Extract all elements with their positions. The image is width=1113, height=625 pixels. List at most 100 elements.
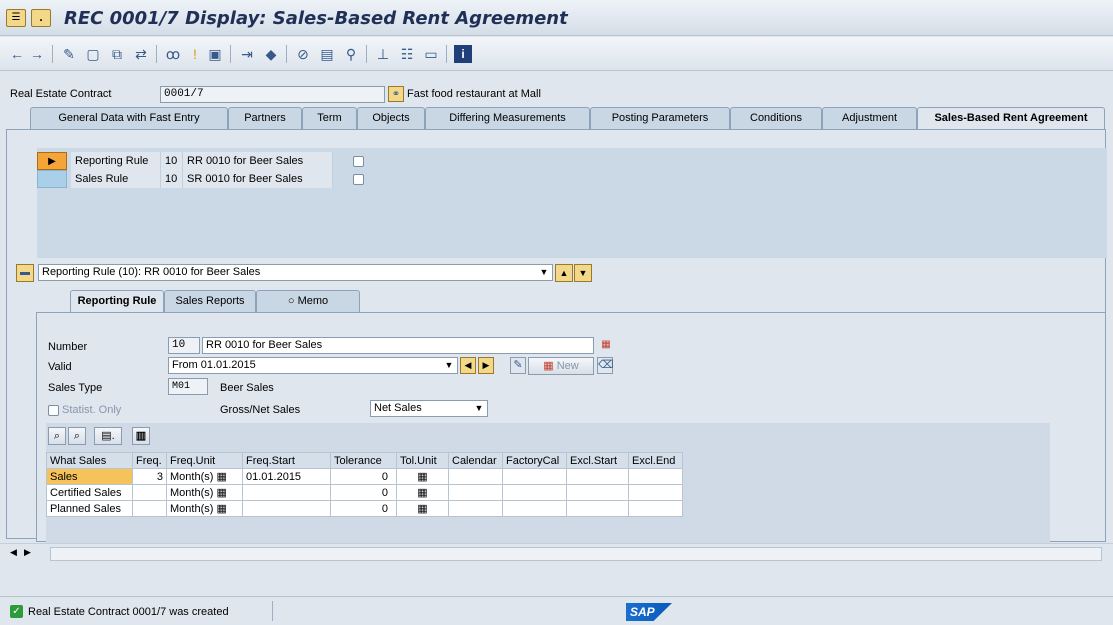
find-icon[interactable]: ⌕ <box>48 427 66 445</box>
print-icon[interactable]: ▤ <box>318 45 336 63</box>
menu-icon[interactable]: ☰ <box>6 9 26 27</box>
hierarchy-icon[interactable]: ⊥ <box>374 45 392 63</box>
tab-objects[interactable]: Objects <box>357 107 425 129</box>
forward-arrow-icon[interactable]: → <box>28 45 46 63</box>
details-menu-icon[interactable]: ▤. <box>94 427 122 445</box>
row-selector-icon[interactable]: ▶ <box>37 152 67 170</box>
column-header[interactable]: Freq. <box>132 452 167 469</box>
table-row[interactable]: Planned Sales Month(s) ▦ 0 ▦ <box>46 500 683 517</box>
new-button[interactable]: ▦ New <box>528 357 594 375</box>
column-header[interactable]: Tol.Unit <box>396 452 449 469</box>
delete-icon[interactable]: ⌫ <box>597 357 614 374</box>
tab-adjustment[interactable]: Adjustment <box>822 107 917 129</box>
table-row[interactable]: Sales 3 Month(s) ▦ 01.01.2015 0 ▦ <box>46 468 683 485</box>
glasses-icon[interactable]: ꝏ <box>164 45 182 63</box>
column-icon[interactable]: ▥ <box>132 427 150 445</box>
freq-unit-cell[interactable]: Month(s) ▦ <box>166 468 243 485</box>
tab-sales-based-rent[interactable]: Sales-Based Rent Agreement <box>917 107 1105 129</box>
freq-unit-cell[interactable]: Month(s) ▦ <box>166 484 243 501</box>
tolerance-cell[interactable]: 0 <box>330 500 397 517</box>
contract-number-field[interactable]: 0001/7 <box>160 86 385 103</box>
edit-pencil-icon[interactable]: ✎ <box>60 45 78 63</box>
calendar-cell[interactable] <box>448 500 503 517</box>
calendar-icon[interactable]: ▦ <box>216 487 226 499</box>
column-header[interactable]: Excl.End <box>628 452 683 469</box>
rule-row[interactable]: ▶ Reporting Rule 10 RR 0010 for Beer Sal… <box>37 152 364 170</box>
calendar-icon[interactable]: ▦ <box>216 503 226 515</box>
previous-icon[interactable]: ▲ <box>555 264 573 282</box>
info-exclamation-icon[interactable]: ! <box>186 45 204 63</box>
number-description-field[interactable]: RR 0010 for Beer Sales <box>202 337 594 354</box>
tab-partners[interactable]: Partners <box>228 107 302 129</box>
calendar-cell[interactable] <box>448 484 503 501</box>
column-header[interactable]: Freq.Unit <box>166 452 243 469</box>
create-document-icon[interactable]: ▢ <box>84 45 102 63</box>
scroll-right-icon[interactable]: ▶ <box>24 547 31 558</box>
copy-icon[interactable]: ⧉ <box>108 45 126 63</box>
column-header[interactable]: Freq.Start <box>242 452 331 469</box>
tab-term[interactable]: Term <box>302 107 357 129</box>
excl-start-cell[interactable] <box>566 468 629 485</box>
horizontal-scrollbar[interactable]: ◀ ▶ <box>0 543 1113 563</box>
freq-cell[interactable] <box>132 500 167 517</box>
previous-period-icon[interactable]: ◀ <box>460 357 476 374</box>
info-icon[interactable]: i <box>454 45 472 63</box>
column-header[interactable]: Tolerance <box>330 452 397 469</box>
rule-checkbox[interactable] <box>353 174 364 185</box>
freq-start-cell[interactable] <box>242 484 331 501</box>
column-header[interactable]: FactoryCal <box>502 452 567 469</box>
what-sales-cell[interactable]: Certified Sales <box>46 484 133 501</box>
tab-sales-reports[interactable]: Sales Reports <box>164 290 256 312</box>
calendar-cell[interactable] <box>448 468 503 485</box>
excl-end-cell[interactable] <box>628 484 683 501</box>
column-header[interactable]: Excl.Start <box>566 452 629 469</box>
calendar-icon[interactable]: ▦ <box>417 487 427 499</box>
factorycal-cell[interactable] <box>502 468 567 485</box>
tab-differing-measurements[interactable]: Differing Measurements <box>425 107 590 129</box>
excl-start-cell[interactable] <box>566 484 629 501</box>
sales-type-field[interactable]: M01 <box>168 378 208 395</box>
next-icon[interactable]: ▼ <box>574 264 592 282</box>
what-sales-cell[interactable]: Sales <box>46 468 133 485</box>
freq-start-cell[interactable]: 01.01.2015 <box>242 468 331 485</box>
layout-icon[interactable]: ▭ <box>422 45 440 63</box>
compare-icon[interactable]: ⇄ <box>132 45 150 63</box>
list-icon[interactable]: ☷ <box>398 45 416 63</box>
contract-partner-icon[interactable]: ⚭ <box>388 86 404 102</box>
tab-conditions[interactable]: Conditions <box>730 107 822 129</box>
calendar-icon[interactable]: ▦ <box>417 503 427 515</box>
freq-cell[interactable]: 3 <box>132 468 167 485</box>
rule-row[interactable]: Sales Rule 10 SR 0010 for Beer Sales <box>37 170 364 188</box>
note-icon[interactable]: ▦ <box>598 337 614 353</box>
freq-start-cell[interactable] <box>242 500 331 517</box>
dropdown-arrow-icon[interactable]: ▼ <box>442 358 456 372</box>
dropdown-arrow-icon[interactable]: ▼ <box>472 401 486 415</box>
folder-icon[interactable]: ▬ <box>16 264 34 282</box>
excl-start-cell[interactable] <box>566 500 629 517</box>
excl-end-cell[interactable] <box>628 468 683 485</box>
row-selector[interactable] <box>37 170 67 188</box>
table-row[interactable]: Certified Sales Month(s) ▦ 0 ▦ <box>46 484 683 501</box>
object-icon[interactable]: ◆ <box>262 45 280 63</box>
link-icon[interactable]: ⊘ <box>294 45 312 63</box>
detail-icon[interactable]: ▣ <box>206 45 224 63</box>
calendar-icon[interactable]: ▦ <box>417 471 427 483</box>
column-header[interactable]: What Sales <box>46 452 133 469</box>
system-menu-icon[interactable]: . <box>31 9 51 27</box>
valid-select[interactable]: From 01.01.2015 <box>168 357 458 374</box>
tol-unit-cell[interactable]: ▦ <box>396 500 449 517</box>
gross-net-select[interactable]: Net Sales <box>370 400 488 417</box>
tab-general-data[interactable]: General Data with Fast Entry <box>30 107 228 129</box>
factorycal-cell[interactable] <box>502 500 567 517</box>
rule-checkbox[interactable] <box>353 156 364 167</box>
next-period-icon[interactable]: ▶ <box>478 357 494 374</box>
column-header[interactable]: Calendar <box>448 452 503 469</box>
factorycal-cell[interactable] <box>502 484 567 501</box>
number-field[interactable]: 10 <box>168 337 200 354</box>
excl-end-cell[interactable] <box>628 500 683 517</box>
scroll-left-icon[interactable]: ◀ <box>10 547 17 558</box>
tab-memo[interactable]: ○ Memo <box>256 290 360 312</box>
freq-cell[interactable] <box>132 484 167 501</box>
edit-icon[interactable]: ✎ <box>510 357 526 374</box>
scroll-thumb[interactable] <box>50 547 1102 561</box>
